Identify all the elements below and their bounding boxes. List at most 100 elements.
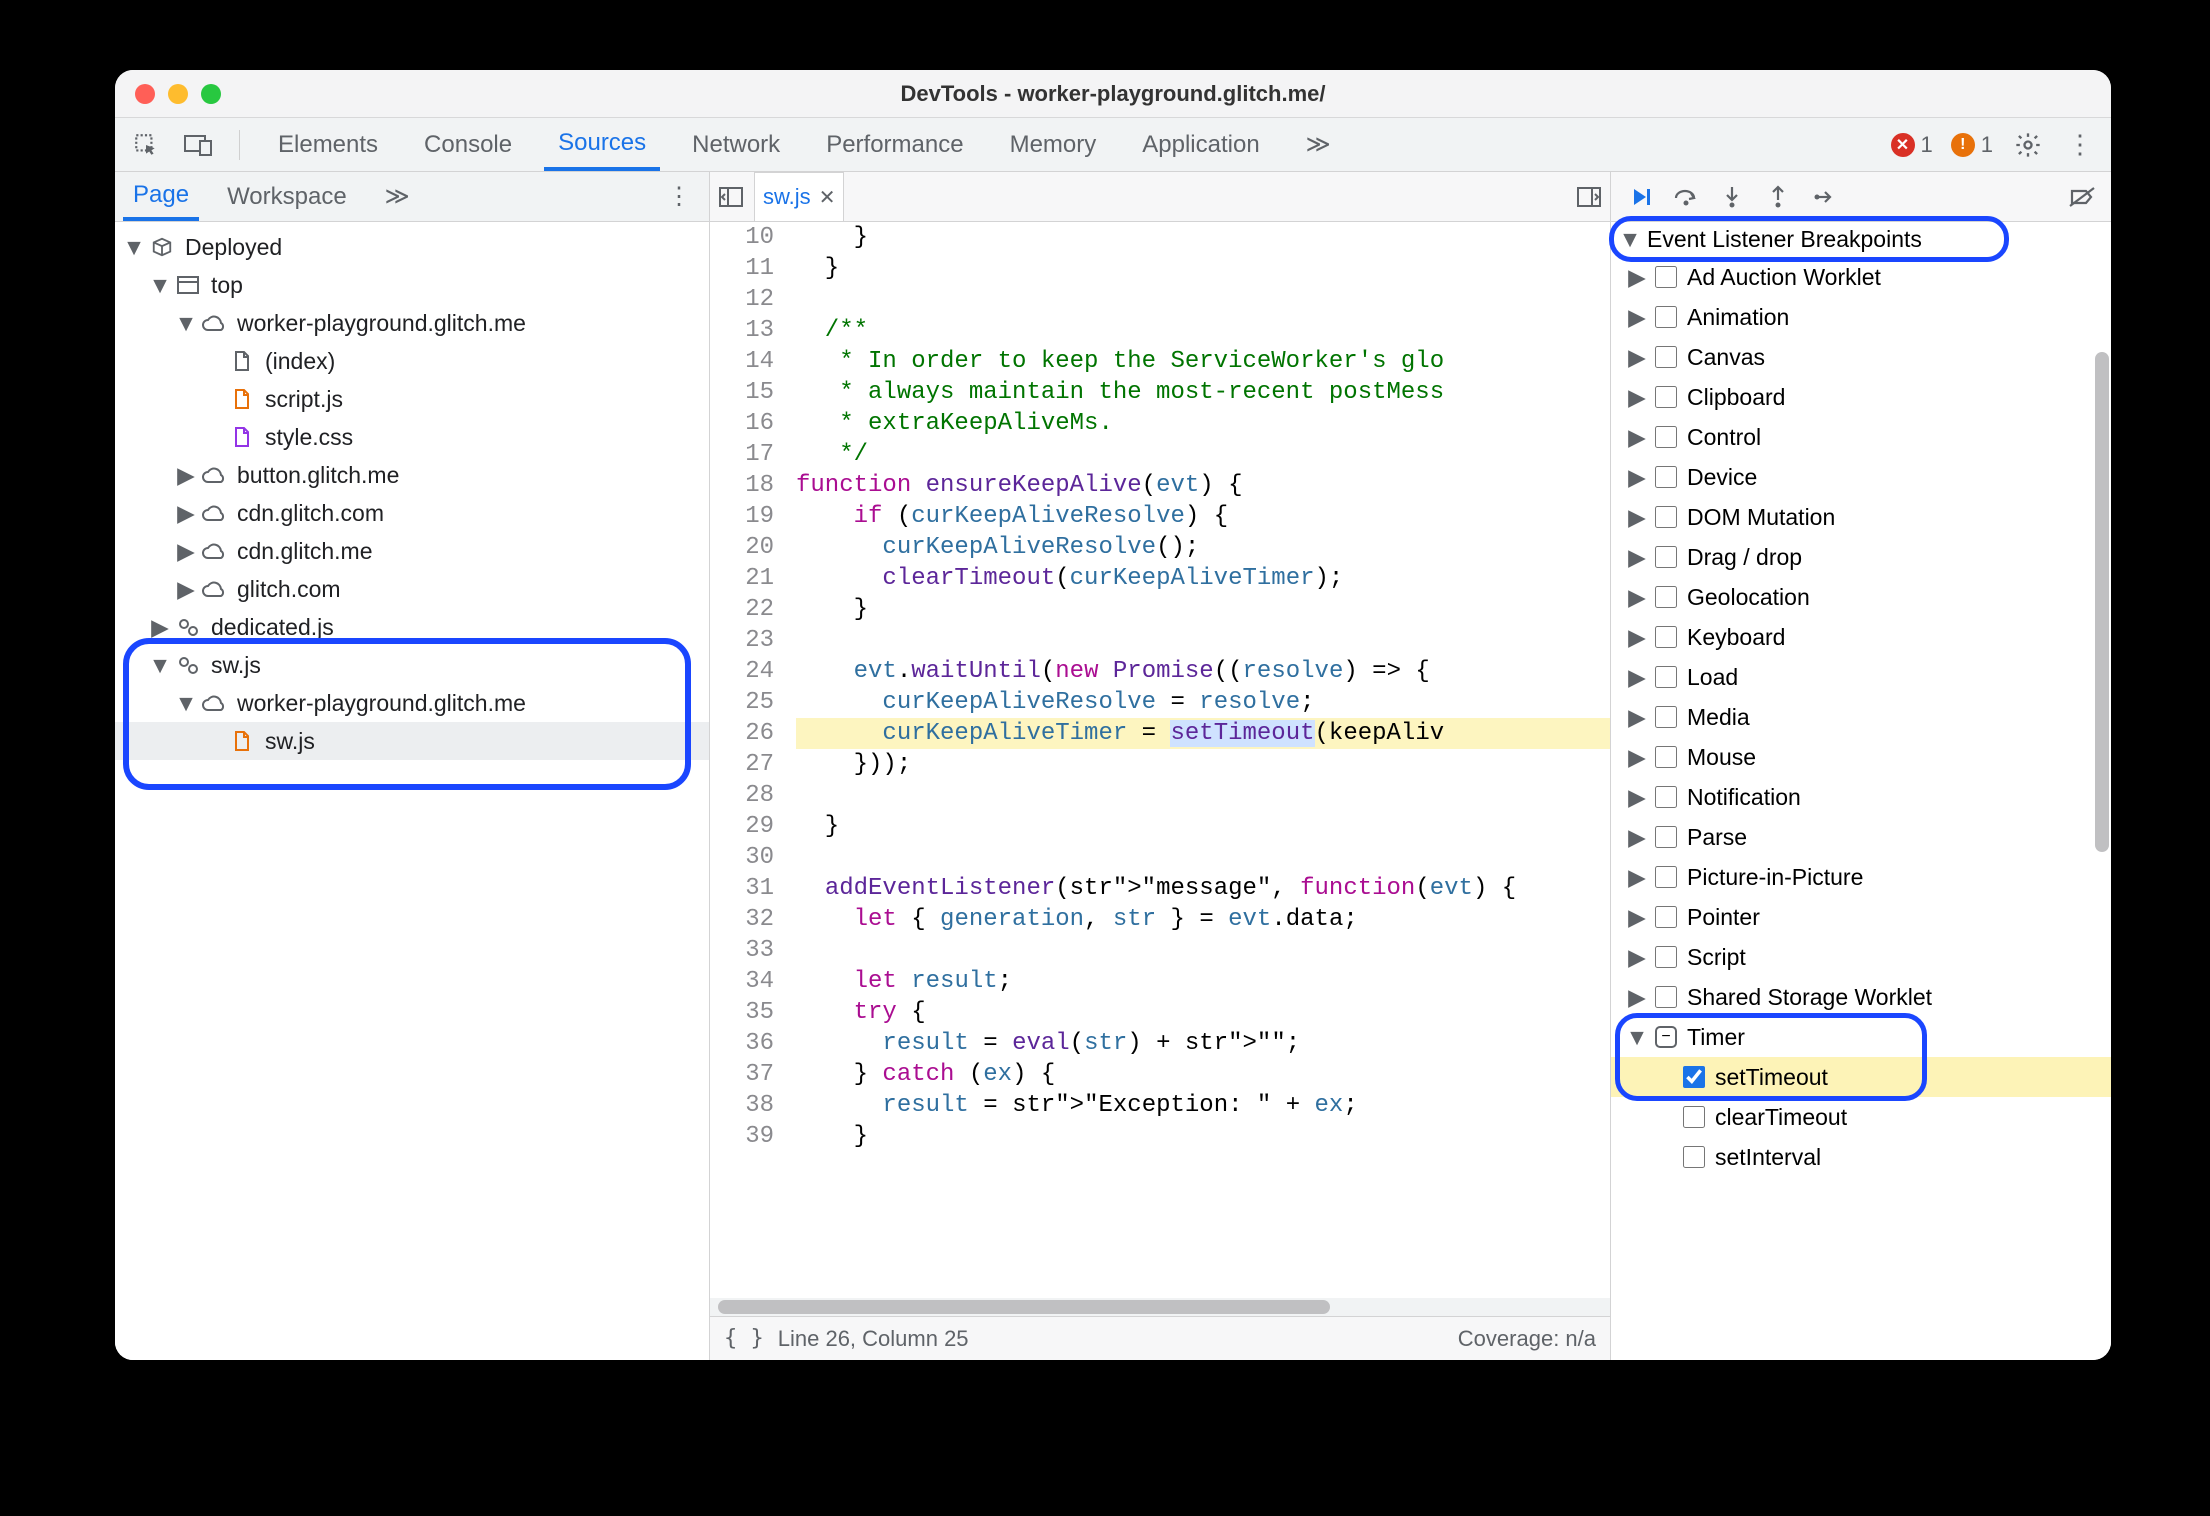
- breakpoint-group[interactable]: ▶Ad Auction Worklet: [1611, 257, 2111, 297]
- tab-network[interactable]: Network: [678, 118, 794, 171]
- code-line[interactable]: 37 } catch (ex) {: [710, 1059, 1610, 1090]
- breakpoint-checkbox[interactable]: [1655, 946, 1677, 968]
- kebab-menu-icon[interactable]: ⋮: [2063, 128, 2097, 162]
- breakpoint-group[interactable]: ▶Geolocation: [1611, 577, 2111, 617]
- code-line[interactable]: 21 clearTimeout(curKeepAliveTimer);: [710, 563, 1610, 594]
- zoom-window-button[interactable]: [201, 84, 221, 104]
- step-into-icon[interactable]: [1717, 182, 1747, 212]
- editor-tab[interactable]: sw.js ✕: [754, 172, 844, 221]
- breakpoint-checkbox[interactable]: [1655, 426, 1677, 448]
- device-toolbar-icon[interactable]: [181, 128, 215, 162]
- code-line[interactable]: 15 * always maintain the most-recent pos…: [710, 377, 1610, 408]
- code-line[interactable]: 18function ensureKeepAlive(evt) {: [710, 470, 1610, 501]
- nav-tab-page[interactable]: Page: [123, 172, 199, 221]
- mixed-checkbox-icon[interactable]: −: [1655, 1026, 1677, 1048]
- breakpoint-group[interactable]: ▶Media: [1611, 697, 2111, 737]
- code-line[interactable]: 28: [710, 780, 1610, 811]
- breakpoint-checkbox[interactable]: [1655, 906, 1677, 928]
- breakpoint-item[interactable]: setInterval: [1611, 1137, 2111, 1177]
- tab-sources[interactable]: Sources: [544, 118, 660, 171]
- breakpoint-checkbox[interactable]: [1655, 706, 1677, 728]
- toggle-navigator-icon[interactable]: [718, 185, 744, 209]
- minimize-window-button[interactable]: [168, 84, 188, 104]
- inspect-element-icon[interactable]: [129, 128, 163, 162]
- breakpoint-group[interactable]: ▶Canvas: [1611, 337, 2111, 377]
- code-line[interactable]: 23: [710, 625, 1610, 656]
- tree-row-file[interactable]: style.css: [115, 418, 709, 456]
- breakpoint-checkbox[interactable]: [1683, 1066, 1705, 1088]
- code-line[interactable]: 31 addEventListener(str">"message", func…: [710, 873, 1610, 904]
- tab-performance[interactable]: Performance: [812, 118, 977, 171]
- tree-row-origin[interactable]: ▶ cdn.glitch.com: [115, 494, 709, 532]
- breakpoint-group[interactable]: ▶Device: [1611, 457, 2111, 497]
- error-count[interactable]: ✕ 1: [1891, 132, 1933, 158]
- breakpoint-group[interactable]: ▶Picture-in-Picture: [1611, 857, 2111, 897]
- breakpoint-checkbox[interactable]: [1683, 1106, 1705, 1128]
- code-line[interactable]: 16 * extraKeepAliveMs.: [710, 408, 1610, 439]
- breakpoint-checkbox[interactable]: [1655, 466, 1677, 488]
- code-line[interactable]: 12: [710, 284, 1610, 315]
- code-line[interactable]: 10 }: [710, 222, 1610, 253]
- kebab-menu-icon[interactable]: ⋮: [657, 182, 701, 211]
- step-icon[interactable]: [1809, 182, 1839, 212]
- tree-row-deployed[interactable]: ▼ Deployed: [115, 228, 709, 266]
- close-window-button[interactable]: [135, 84, 155, 104]
- breakpoint-checkbox[interactable]: [1655, 586, 1677, 608]
- warning-count[interactable]: ! 1: [1951, 132, 1993, 158]
- tab-application[interactable]: Application: [1128, 118, 1273, 171]
- breakpoint-checkbox[interactable]: [1655, 666, 1677, 688]
- close-tab-icon[interactable]: ✕: [819, 185, 836, 210]
- breakpoint-checkbox[interactable]: [1655, 506, 1677, 528]
- breakpoint-group[interactable]: ▶Keyboard: [1611, 617, 2111, 657]
- breakpoint-checkbox[interactable]: [1683, 1146, 1705, 1168]
- breakpoint-checkbox[interactable]: [1655, 546, 1677, 568]
- code-line[interactable]: 39 }: [710, 1121, 1610, 1152]
- breakpoint-checkbox[interactable]: [1655, 266, 1677, 288]
- code-line[interactable]: 17 */: [710, 439, 1610, 470]
- breakpoint-group-timer[interactable]: ▼−Timer: [1611, 1017, 2111, 1057]
- code-line[interactable]: 33: [710, 935, 1610, 966]
- tree-row-worker[interactable]: ▶ dedicated.js: [115, 608, 709, 646]
- nav-tab-workspace[interactable]: Workspace: [217, 172, 357, 221]
- tree-row-origin[interactable]: ▶ cdn.glitch.me: [115, 532, 709, 570]
- breakpoint-checkbox[interactable]: [1655, 386, 1677, 408]
- tab-more[interactable]: ≫: [1292, 118, 1345, 171]
- gear-icon[interactable]: [2011, 128, 2045, 162]
- tree-row-origin[interactable]: ▼ worker-playground.glitch.me: [115, 684, 709, 722]
- code-line[interactable]: 30: [710, 842, 1610, 873]
- event-listener-breakpoints-header[interactable]: ▼ Event Listener Breakpoints: [1611, 222, 2111, 257]
- code-line[interactable]: 19 if (curKeepAliveResolve) {: [710, 501, 1610, 532]
- tree-row-file[interactable]: (index): [115, 342, 709, 380]
- breakpoint-group[interactable]: ▶Parse: [1611, 817, 2111, 857]
- breakpoint-checkbox[interactable]: [1655, 746, 1677, 768]
- code-line[interactable]: 32 let { generation, str } = evt.data;: [710, 904, 1610, 935]
- code-line[interactable]: 26 curKeepAliveTimer = setTimeout(keepAl…: [710, 718, 1610, 749]
- code-line[interactable]: 13 /**: [710, 315, 1610, 346]
- pretty-print-icon[interactable]: { }: [724, 1326, 764, 1351]
- breakpoint-group[interactable]: ▶Clipboard: [1611, 377, 2111, 417]
- tab-elements[interactable]: Elements: [264, 118, 392, 171]
- tab-console[interactable]: Console: [410, 118, 526, 171]
- code-line[interactable]: 25 curKeepAliveResolve = resolve;: [710, 687, 1610, 718]
- breakpoint-group[interactable]: ▶Notification: [1611, 777, 2111, 817]
- tab-memory[interactable]: Memory: [996, 118, 1111, 171]
- code-line[interactable]: 36 result = eval(str) + str">"";: [710, 1028, 1610, 1059]
- code-line[interactable]: 14 * In order to keep the ServiceWorker'…: [710, 346, 1610, 377]
- code-line[interactable]: 22 }: [710, 594, 1610, 625]
- code-line[interactable]: 24 evt.waitUntil(new Promise((resolve) =…: [710, 656, 1610, 687]
- breakpoint-group[interactable]: ▶Drag / drop: [1611, 537, 2111, 577]
- tree-row-file[interactable]: script.js: [115, 380, 709, 418]
- code-line[interactable]: 29 }: [710, 811, 1610, 842]
- code-line[interactable]: 20 curKeepAliveResolve();: [710, 532, 1610, 563]
- step-out-icon[interactable]: [1763, 182, 1793, 212]
- resume-icon[interactable]: [1625, 182, 1655, 212]
- breakpoint-group[interactable]: ▶Shared Storage Worklet: [1611, 977, 2111, 1017]
- tree-row-origin[interactable]: ▶ glitch.com: [115, 570, 709, 608]
- code-editor[interactable]: 10 }11 }1213 /**14 * In order to keep th…: [710, 222, 1610, 1298]
- tree-row-origin[interactable]: ▼ worker-playground.glitch.me: [115, 304, 709, 342]
- code-line[interactable]: 38 result = str">"Exception: " + ex;: [710, 1090, 1610, 1121]
- step-over-icon[interactable]: [1671, 182, 1701, 212]
- breakpoint-item[interactable]: setTimeout: [1611, 1057, 2111, 1097]
- breakpoint-checkbox[interactable]: [1655, 346, 1677, 368]
- code-line[interactable]: 11 }: [710, 253, 1610, 284]
